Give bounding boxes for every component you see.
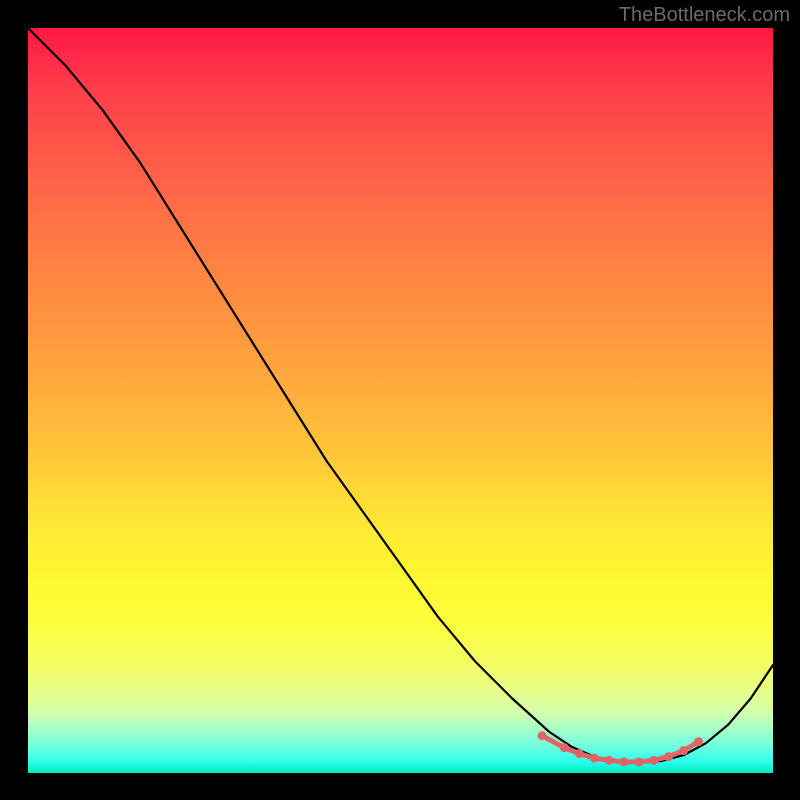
plot-area [28,28,773,773]
chart-svg [28,28,773,773]
main-curve [28,28,773,763]
watermark-text: TheBottleneck.com [619,4,790,27]
